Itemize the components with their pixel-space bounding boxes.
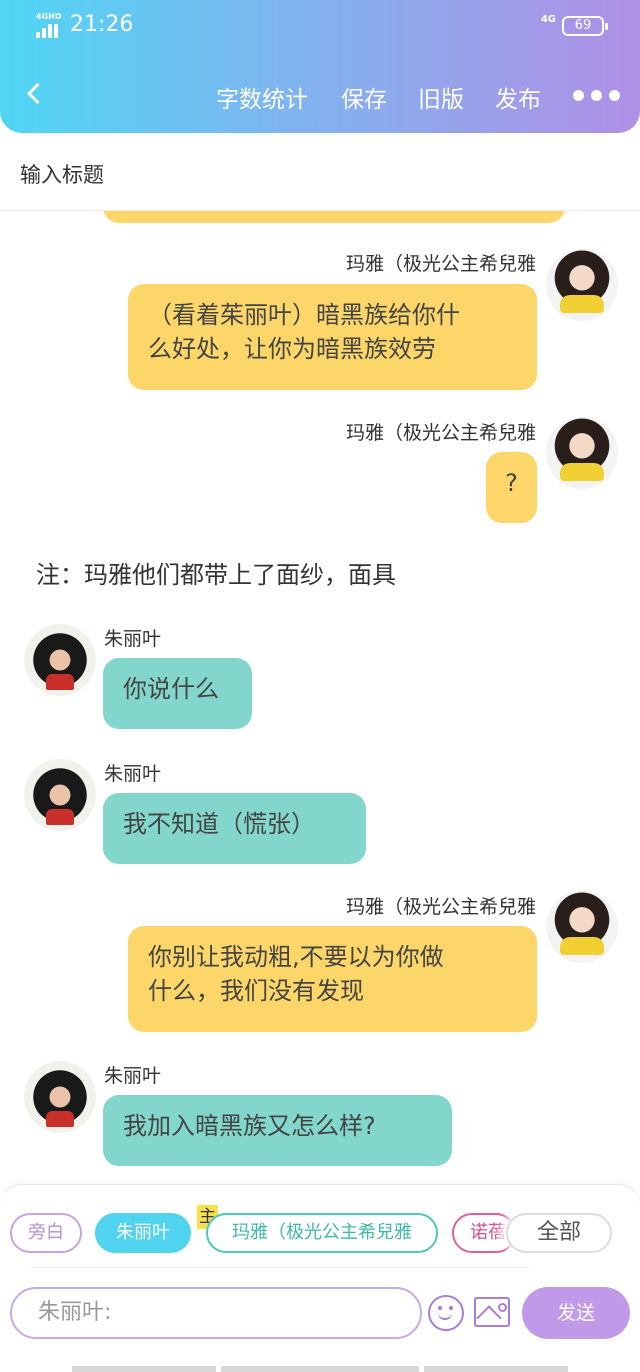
nav-bar-segment bbox=[221, 1366, 419, 1372]
note-text: 注：玛雅他们都带上了面纱，面具 bbox=[36, 561, 396, 589]
title-input[interactable]: 输入标题 bbox=[0, 133, 640, 211]
nav-bar-segment bbox=[424, 1366, 568, 1372]
message-bubble[interactable]: 你说什么 bbox=[103, 658, 252, 729]
title-placeholder: 输入标题 bbox=[20, 163, 104, 187]
role-chip-juliet[interactable]: 朱丽叶 bbox=[95, 1213, 191, 1253]
message-bubble[interactable]: 你别让我动粗,不要以为你做 什么，我们没有发现 bbox=[128, 926, 537, 1032]
message-bubble[interactable]: 我不知道（慌张） bbox=[103, 793, 366, 864]
speaker-name: 朱丽叶 bbox=[104, 628, 162, 650]
message-bubble[interactable]: （看着茱丽叶）暗黑族给你什 么好处，让你为暗黑族效劳 bbox=[128, 284, 537, 390]
role-chip-narrator[interactable]: 旁白 bbox=[10, 1213, 82, 1253]
speaker-name: 玛雅（极光公主希兒雅 bbox=[345, 253, 536, 275]
message-bubble[interactable]: ? bbox=[486, 452, 537, 523]
chat-area[interactable]: 玛雅（极光公主希兒雅 （看着茱丽叶）暗黑族给你什 么好处，让你为暗黑族效劳 玛雅… bbox=[0, 211, 640, 1184]
message-text-line: （看着茱丽叶）暗黑族给你什 bbox=[148, 301, 460, 329]
status-time: 21:26 bbox=[70, 12, 134, 37]
message-bubble-partial bbox=[103, 211, 565, 223]
role-chip-all[interactable]: 全部 bbox=[506, 1213, 612, 1253]
message-bubble[interactable]: 我加入暗黑族又怎么样? bbox=[103, 1095, 452, 1166]
avatar[interactable] bbox=[24, 624, 96, 696]
image-icon[interactable] bbox=[474, 1297, 510, 1327]
avatar[interactable] bbox=[24, 1061, 96, 1133]
avatar[interactable] bbox=[546, 249, 618, 321]
publish-button[interactable]: 发布 bbox=[495, 80, 541, 114]
app-header: 4GHD 21:26 4G 69 字数统计 保存 旧版 发布 bbox=[0, 0, 640, 133]
signal-icon: 4GHD bbox=[34, 12, 64, 38]
status-bar: 4GHD 21:26 4G 69 bbox=[0, 8, 640, 44]
speaker-name: 玛雅（极光公主希兒雅 bbox=[345, 422, 536, 444]
save-button[interactable]: 保存 bbox=[341, 80, 387, 114]
battery-icon: 69 bbox=[562, 16, 608, 36]
network-tag: 4GHD bbox=[36, 12, 62, 21]
composer-panel: 旁白 朱丽叶 主 玛雅（极光公主希兒雅 诺蓓 全部 朱丽叶: 发送 bbox=[0, 1184, 640, 1372]
speaker-name: 玛雅（极光公主希兒雅 bbox=[345, 896, 536, 918]
divider bbox=[30, 1267, 530, 1268]
avatar[interactable] bbox=[546, 891, 618, 963]
nav-bar-segment bbox=[72, 1366, 216, 1372]
old-version-button[interactable]: 旧版 bbox=[418, 80, 464, 114]
network-type: 4G bbox=[540, 14, 556, 25]
speaker-name: 朱丽叶 bbox=[104, 763, 162, 785]
message-input[interactable]: 朱丽叶: bbox=[10, 1287, 422, 1339]
emoji-icon[interactable] bbox=[428, 1295, 464, 1331]
back-button[interactable] bbox=[18, 76, 52, 116]
message-text-line: 什么，我们没有发现 bbox=[148, 977, 364, 1005]
more-options-icon[interactable] bbox=[570, 88, 624, 104]
word-count-button[interactable]: 字数统计 bbox=[216, 80, 308, 114]
avatar[interactable] bbox=[24, 759, 96, 831]
speaker-name: 朱丽叶 bbox=[104, 1065, 162, 1087]
role-chip-maya[interactable]: 玛雅（极光公主希兒雅 bbox=[206, 1213, 438, 1253]
message-text-line: 你别让我动粗,不要以为你做 bbox=[148, 943, 444, 971]
avatar[interactable] bbox=[546, 417, 618, 489]
message-text-line: 么好处，让你为暗黑族效劳 bbox=[148, 335, 436, 363]
send-button[interactable]: 发送 bbox=[522, 1287, 630, 1339]
